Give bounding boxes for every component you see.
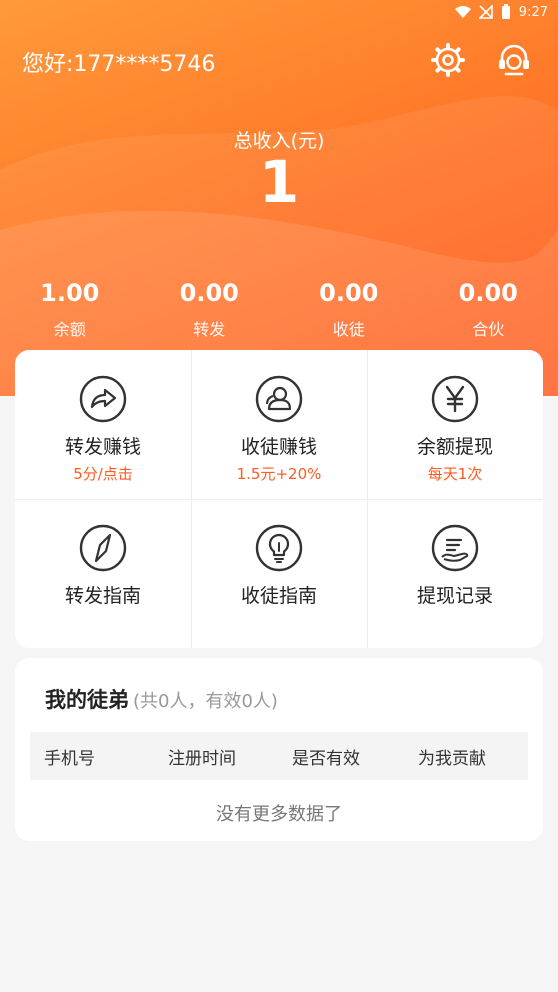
menu-title: 余额提现 — [416, 436, 493, 458]
stat-value: 0.00 — [458, 279, 518, 307]
greeting: 您好:177****5746 — [22, 52, 216, 77]
status-bar: 9:27 — [0, 0, 558, 24]
no-signal-icon — [478, 5, 493, 19]
stat-apprentice[interactable]: 0.00 收徒 — [279, 278, 419, 340]
menu-title: 转发赚钱 — [64, 436, 141, 458]
stats-row: 1.00 余额 0.00 转发 0.00 收徒 0.00 合伙 — [0, 278, 558, 340]
stat-value: 1.00 — [40, 279, 100, 307]
menu-subtitle: 1.5元+20% — [236, 465, 322, 483]
apprentice-title: 我的徒弟 (共0人，有效0人) — [45, 684, 278, 714]
menu-apprentice-guide[interactable]: 收徒指南 — [191, 499, 367, 648]
menu-title: 转发指南 — [64, 585, 141, 607]
menu-share-guide[interactable]: 转发指南 — [15, 499, 191, 648]
menu-share-earn[interactable]: 转发赚钱 5分/点击 — [15, 350, 191, 499]
stat-balance[interactable]: 1.00 余额 — [0, 278, 140, 340]
menu-grid: 转发赚钱 5分/点击 收徒赚钱 1.5元+20% 余额提现 每天1次 转发指南 — [15, 350, 543, 648]
table-header: 手机号 注册时间 是否有效 为我贡献 — [30, 732, 528, 780]
gear-icon[interactable] — [430, 42, 466, 78]
record-icon — [431, 524, 479, 572]
stat-share[interactable]: 0.00 转发 — [140, 278, 280, 340]
apprentice-title-text: 我的徒弟 — [45, 688, 129, 712]
apprentice-card: 我的徒弟 (共0人，有效0人) 手机号 注册时间 是否有效 为我贡献 没有更多数据… — [15, 658, 543, 841]
column-header: 是否有效 — [292, 748, 360, 769]
header-banner: 9:27 您好:177****5746 总收入(元) 1 1.00 余额 0.0… — [0, 0, 558, 396]
stat-label: 转发 — [193, 320, 226, 339]
apprentice-summary: (共0人，有效0人) — [133, 691, 278, 712]
empty-message: 没有更多数据了 — [216, 804, 342, 825]
yen-icon — [431, 375, 479, 423]
wifi-icon — [454, 6, 471, 18]
column-header: 为我贡献 — [418, 748, 486, 769]
stat-label: 收徒 — [332, 320, 365, 339]
user-icon — [255, 375, 303, 423]
menu-subtitle: 5分/点击 — [73, 465, 133, 483]
share-icon — [79, 375, 127, 423]
menu-subtitle: 每天1次 — [427, 465, 483, 483]
compass-icon — [79, 524, 127, 572]
battery-icon — [501, 4, 510, 19]
menu-withdraw-records[interactable]: 提现记录 — [367, 499, 543, 648]
column-header: 注册时间 — [168, 748, 236, 769]
headset-icon[interactable] — [496, 42, 532, 78]
status-time: 9:27 — [518, 4, 548, 20]
menu-apprentice-earn[interactable]: 收徒赚钱 1.5元+20% — [191, 350, 367, 499]
menu-title: 收徒指南 — [240, 585, 317, 607]
menu-title: 收徒赚钱 — [240, 436, 317, 458]
menu-withdraw[interactable]: 余额提现 每天1次 — [367, 350, 543, 499]
stat-label: 合伙 — [472, 320, 505, 339]
menu-title: 提现记录 — [416, 585, 493, 607]
stat-value: 0.00 — [319, 279, 379, 307]
stat-value: 0.00 — [179, 279, 239, 307]
lightbulb-icon — [255, 524, 303, 572]
stat-partner[interactable]: 0.00 合伙 — [419, 278, 558, 340]
column-header: 手机号 — [44, 748, 95, 769]
total-income-value: 1 — [258, 148, 300, 216]
stat-label: 余额 — [53, 320, 86, 339]
